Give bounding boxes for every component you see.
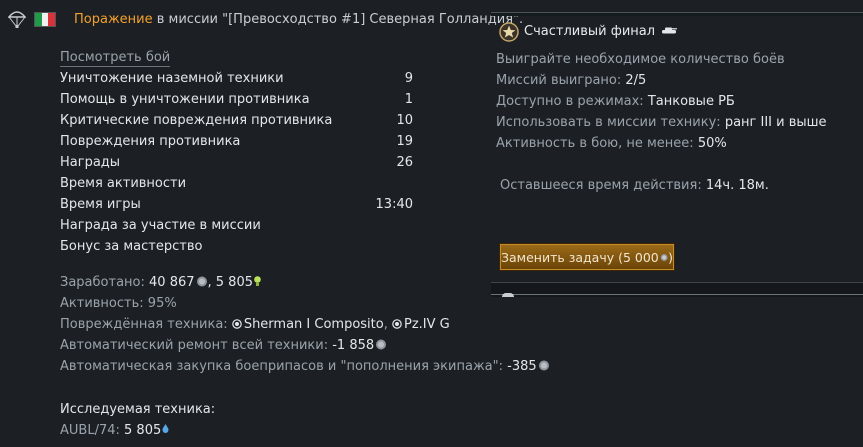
research-points-icon — [254, 276, 261, 286]
silver-lions-icon — [660, 253, 668, 261]
activity-summary: Активность: 95% — [60, 296, 177, 311]
stat-row-participation-reward: Награда за участие в миссии — [60, 218, 261, 233]
view-battle-link[interactable]: Посмотреть бой — [60, 50, 171, 67]
task-min-activity: Активность в бою, не менее: 50% — [496, 136, 727, 151]
mission-name: в миссии "[Превосходство #1] Северная Го… — [152, 11, 524, 27]
damaged-vehicles-summary: Повреждённая техника: Sherman I Composit… — [60, 317, 450, 332]
panel-divider — [491, 294, 863, 295]
vehicle-target-icon — [232, 319, 242, 329]
task-vehicle-requirement: Использовать в миссии технику: ранг III … — [496, 115, 827, 130]
research-title: Исследуемая техника: — [60, 402, 216, 417]
stat-row-skill-bonus: Бонус за мастерство — [60, 239, 203, 254]
earned-summary: Заработано: 40 867, 5 805 — [60, 275, 261, 290]
battle-result-header: Поражение в миссии "[Превосходство #1] С… — [8, 8, 523, 30]
research-points-icon — [162, 424, 169, 433]
defeat-label: Поражение — [74, 11, 153, 27]
stat-row-critical-damage: Критические повреждения противника 10 — [60, 113, 413, 128]
stat-row-awards: Награды 26 — [60, 155, 413, 170]
task-missions-won: Миссий выиграно: 2/5 — [496, 73, 647, 88]
research-vehicle-summary: AUBL/74: 5 805 — [60, 423, 169, 438]
ammo-purchase-summary: Автоматическая закупка боеприпасов и "по… — [60, 359, 550, 374]
silver-lions-icon — [538, 360, 549, 371]
task-title: Счастливый финал — [524, 24, 678, 39]
next-task-icon — [502, 293, 514, 297]
task-available-modes: Доступно в режимах: Танковые РБ — [496, 94, 735, 109]
battle-result-text: Поражение в миссии "[Превосходство #1] С… — [74, 12, 523, 27]
repair-summary: Автоматический ремонт всей техники: -1 8… — [60, 338, 387, 353]
stat-row-ground-kills: Уничтожение наземной техники 9 — [60, 71, 413, 86]
italy-flag-icon — [34, 11, 56, 27]
mission-medal-icon — [499, 22, 519, 42]
stat-row-damage: Повреждения противника 19 — [60, 134, 413, 149]
tank-icon — [662, 27, 678, 34]
silver-lions-icon — [196, 276, 207, 287]
vehicle-target-icon — [392, 319, 402, 329]
replace-task-button[interactable]: Заменить задачу (5 000) — [500, 244, 674, 270]
task-description: Выиграйте необходимое количество боёв — [496, 52, 785, 67]
stat-row-assists: Помощь в уничтожении противника 1 — [60, 92, 413, 107]
task-time-remaining: Оставшееся время действия: 14ч. 18м. — [500, 178, 769, 193]
silver-lions-icon — [376, 339, 387, 350]
stat-row-game-time: Время игры 13:40 — [60, 197, 413, 212]
stat-row-activity-time: Время активности — [60, 176, 187, 191]
parachute-icon — [8, 11, 26, 28]
panel-divider-shadow — [491, 13, 863, 16]
